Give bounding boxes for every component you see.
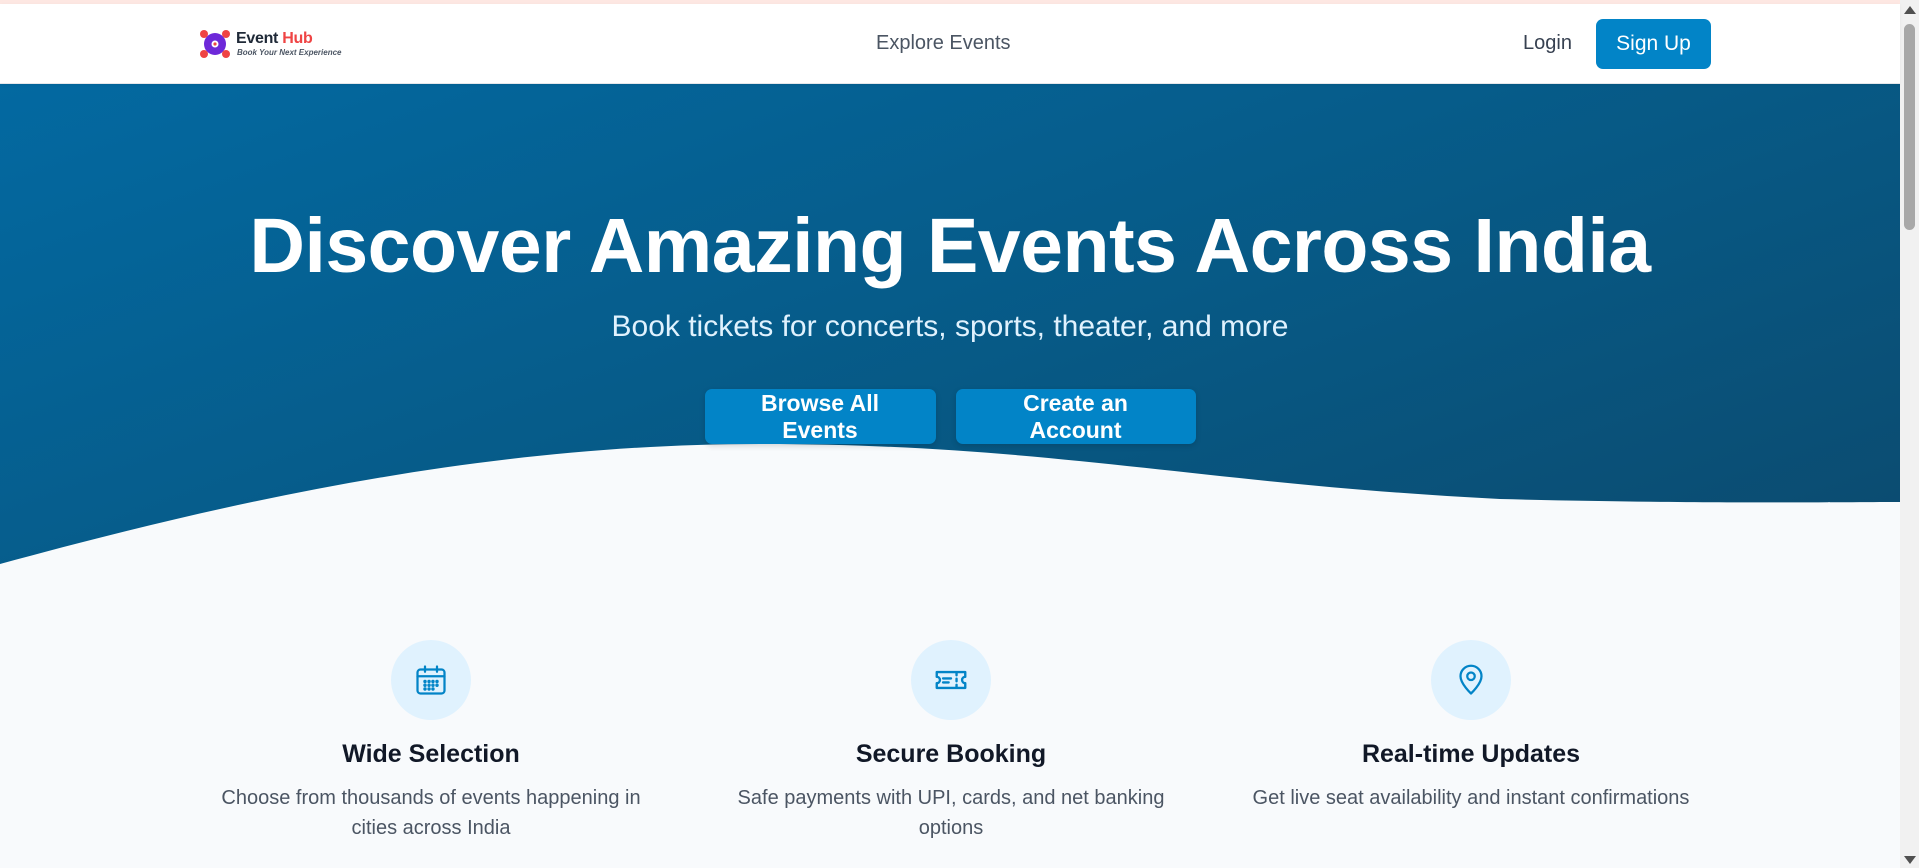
nav-explore-events-link[interactable]: Explore Events: [876, 32, 1011, 55]
signup-button[interactable]: Sign Up: [1596, 19, 1711, 69]
logo-text: Event Hub Book Your Next Experience: [236, 30, 341, 58]
hero-section: Discover Amazing Events Across India Boo…: [0, 84, 1900, 584]
calendar-icon: [391, 640, 471, 720]
logo-word-hub: Hub: [282, 30, 313, 47]
logo-wordmark: Event Hub: [236, 30, 341, 48]
logo-tagline: Book Your Next Experience: [237, 48, 342, 57]
browse-all-events-button[interactable]: Browse All Events: [704, 389, 936, 444]
logo-word-event: Event: [236, 30, 279, 47]
feature-description: Choose from thousands of events happenin…: [221, 787, 641, 839]
feature-title: Real-time Updates: [1361, 740, 1581, 768]
scrollbar-thumb[interactable]: [1904, 24, 1915, 230]
vertical-scrollbar[interactable]: [1900, 0, 1919, 868]
create-account-button[interactable]: Create an Account: [955, 389, 1196, 444]
hero-title: Discover Amazing Events Across India: [249, 203, 1651, 289]
login-link[interactable]: Login: [1523, 32, 1572, 55]
feature-card-secure-booking: Secure Booking Safe payments with UPI, c…: [716, 640, 1186, 843]
feature-description: Get live seat availability and instant c…: [1252, 787, 1690, 809]
hero-buttons: Browse All Events Create an Account: [0, 389, 1900, 444]
feature-card-realtime-updates: Real-time Updates Get live seat availabi…: [1236, 640, 1706, 813]
site-header: Event Hub Book Your Next Experience Expl…: [0, 4, 1900, 84]
scroll-down-arrow-icon[interactable]: [1904, 856, 1916, 864]
logo-link[interactable]: Event Hub Book Your Next Experience: [198, 28, 341, 60]
feature-description: Safe payments with UPI, cards, and net b…: [737, 787, 1165, 839]
map-pin-icon: [1431, 640, 1511, 720]
feature-title: Secure Booking: [855, 740, 1047, 768]
page: Event Hub Book Your Next Experience Expl…: [0, 0, 1919, 868]
feature-title: Wide Selection: [342, 740, 520, 768]
scroll-up-arrow-icon[interactable]: [1904, 6, 1916, 14]
hero-subtitle: Book tickets for concerts, sports, theat…: [611, 310, 1289, 343]
ticket-icon: [911, 640, 991, 720]
feature-card-wide-selection: Wide Selection Choose from thousands of …: [196, 640, 666, 843]
eventhub-logo-icon: [198, 28, 232, 60]
